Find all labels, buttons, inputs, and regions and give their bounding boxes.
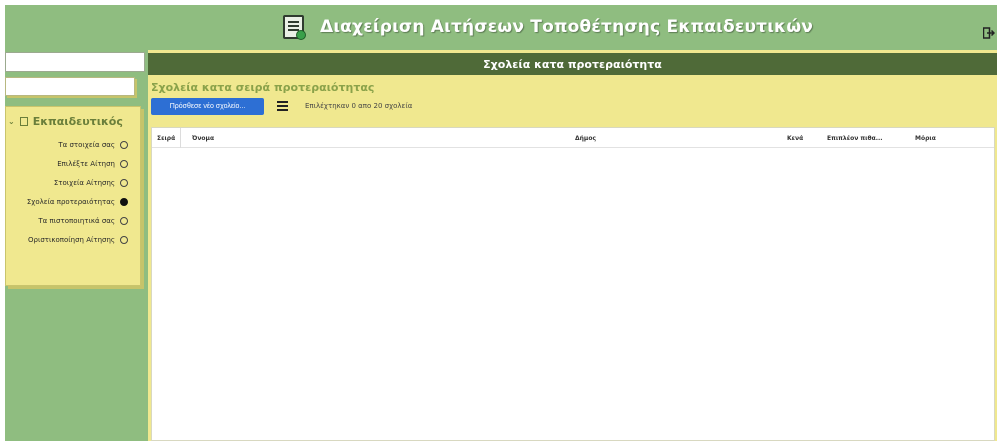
app-header: Διαχείριση Αιτήσεων Τοποθέτησης Εκπαιδευ… (5, 5, 997, 50)
sidebar-item-finalize-application[interactable]: Οριστικοποίηση Αίτησης (28, 230, 128, 249)
teacher-panel: ⌄ Εκπαιδευτικός Τα στοιχεία σας Επιλέξτε… (5, 106, 141, 286)
sidebar-item-label: Οριστικοποίηση Αίτησης (28, 235, 115, 244)
selection-count: Επιλέχτηκαν 0 απο 20 σχολεία (305, 102, 413, 110)
chevron-down-icon[interactable]: ⌄ (8, 117, 15, 126)
radio-checked-icon (120, 197, 128, 206)
schools-table: Σειρά Όνομα Δήμος Κενά Επιπλέον πιθα... … (151, 127, 995, 441)
column-header-points[interactable]: Μόρια (915, 128, 936, 148)
sidebar-item-label: Τα πιστοποιητικά σας (38, 216, 115, 225)
sidebar-item-certificates[interactable]: Τα πιστοποιητικά σας (38, 211, 128, 230)
logout-icon[interactable] (983, 27, 995, 39)
sidebar-item-label: Επιλέξτε Αίτηση (57, 159, 115, 168)
sidebar-item-select-application[interactable]: Επιλέξτε Αίτηση (57, 154, 128, 173)
sidebar-item-your-details[interactable]: Τα στοιχεία σας (58, 135, 128, 154)
add-school-button[interactable]: Πρόσθεσε νέο σχολείο... (151, 97, 264, 115)
sidebar-item-label: Τα στοιχεία σας (58, 140, 115, 149)
radio-unchecked-icon (120, 235, 128, 244)
sidebar-nav: Τα στοιχεία σας Επιλέξτε Αίτηση Στοιχεία… (27, 135, 128, 249)
sidebar-item-priority-schools[interactable]: Σχολεία προτεραιότητας (27, 192, 128, 211)
column-header-vacancies[interactable]: Κενά (787, 128, 803, 148)
document-edit-icon (283, 15, 306, 40)
sidebar-secondary-input[interactable] (5, 77, 135, 96)
column-header-extra[interactable]: Επιπλέον πιθα... (827, 128, 883, 148)
column-header-name[interactable]: Όνομα (192, 128, 214, 148)
radio-unchecked-icon (120, 216, 128, 225)
app-window: Διαχείριση Αιτήσεων Τοποθέτησης Εκπαιδευ… (5, 5, 997, 441)
app-title: Διαχείριση Αιτήσεων Τοποθέτησης Εκπαιδευ… (320, 17, 814, 37)
section-title: Σχολεία κατα σειρά προτεραιότητας (151, 81, 375, 94)
sidebar: ⌄ Εκπαιδευτικός Τα στοιχεία σας Επιλέξτε… (5, 50, 145, 441)
header-title-group: Διαχείριση Αιτήσεων Τοποθέτησης Εκπαιδευ… (283, 13, 813, 41)
sidebar-search-input[interactable] (5, 52, 145, 72)
teacher-panel-header[interactable]: ⌄ Εκπαιδευτικός (8, 115, 123, 128)
column-header-municipality[interactable]: Δήμος (575, 128, 596, 148)
main-header: Σχολεία κατα προτεραιότητα (148, 53, 997, 75)
sidebar-item-application-details[interactable]: Στοιχεία Αίτησης (54, 173, 128, 192)
radio-unchecked-icon (120, 140, 128, 149)
sidebar-item-label: Στοιχεία Αίτησης (53, 178, 115, 187)
radio-unchecked-icon (120, 159, 128, 168)
column-header-order[interactable]: Σειρά (157, 128, 181, 148)
radio-unchecked-icon (120, 178, 128, 187)
sidebar-item-label: Σχολεία προτεραιότητας (26, 197, 115, 206)
toolbar: Πρόσθεσε νέο σχολείο... Επιλέχτηκαν 0 απ… (151, 97, 412, 115)
table-header: Σειρά Όνομα Δήμος Κενά Επιπλέον πιθα... … (152, 128, 994, 148)
menu-icon[interactable] (277, 99, 293, 113)
main-content: Σχολεία κατα προτεραιότητα Σχολεία κατα … (148, 50, 997, 441)
teacher-panel-title: Εκπαιδευτικός (32, 115, 123, 128)
document-icon (19, 117, 28, 126)
